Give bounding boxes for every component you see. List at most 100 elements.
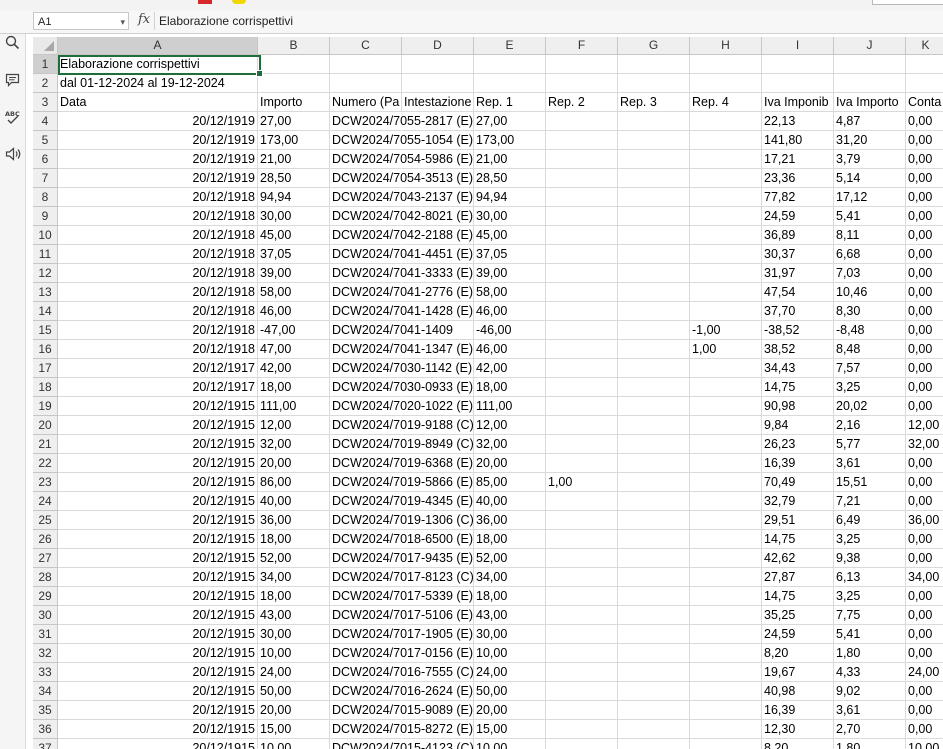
column-header-b[interactable]: B [258, 37, 330, 55]
table-cell[interactable]: 20,00 [474, 701, 546, 720]
table-cell[interactable]: DCW2024/7020-1022 (E) [330, 397, 473, 416]
table-cell[interactable] [690, 264, 762, 283]
table-cell[interactable]: 20/12/1918 [58, 283, 258, 302]
table-cell[interactable]: 0,00 [906, 112, 943, 131]
table-cell[interactable]: 0,00 [906, 302, 943, 321]
table-cell[interactable]: 7,57 [834, 359, 906, 378]
table-cell[interactable] [618, 397, 690, 416]
table-cell[interactable]: 40,00 [474, 492, 546, 511]
table-cell[interactable]: 0,00 [906, 682, 943, 701]
header-cell[interactable]: Importo [258, 93, 330, 112]
table-cell[interactable]: 36,89 [762, 226, 834, 245]
header-cell[interactable]: Intestazione [402, 93, 474, 112]
speaker-icon[interactable] [4, 145, 21, 162]
table-cell[interactable]: 30,00 [258, 207, 330, 226]
table-cell[interactable]: 0,00 [906, 530, 943, 549]
table-cell[interactable]: 20/12/1917 [58, 378, 258, 397]
table-cell[interactable] [618, 435, 690, 454]
table-cell[interactable]: 20/12/1918 [58, 226, 258, 245]
row-header[interactable]: 13 [33, 283, 58, 302]
table-cell[interactable]: DCW2024/7017-5339 (E) [330, 587, 473, 606]
table-cell[interactable]: 20/12/1918 [58, 321, 258, 340]
table-cell[interactable]: 86,00 [258, 473, 330, 492]
table-cell[interactable] [618, 549, 690, 568]
table-cell[interactable] [690, 549, 762, 568]
column-header-k[interactable]: K [906, 37, 943, 55]
row-header[interactable]: 3 [33, 93, 58, 112]
table-cell[interactable] [546, 511, 618, 530]
table-cell[interactable] [690, 435, 762, 454]
table-cell[interactable]: 0,00 [906, 188, 943, 207]
table-cell[interactable] [618, 112, 690, 131]
table-cell[interactable]: 34,00 [906, 568, 943, 587]
row-header[interactable]: 10 [33, 226, 58, 245]
cell[interactable] [330, 55, 402, 74]
column-header-h[interactable]: H [690, 37, 762, 55]
table-cell[interactable]: 20,00 [258, 701, 330, 720]
row-header[interactable]: 7 [33, 169, 58, 188]
table-cell[interactable]: DCW2024/7041-4451 (E) [330, 245, 473, 264]
table-cell[interactable]: 0,00 [906, 454, 943, 473]
row-header[interactable]: 30 [33, 606, 58, 625]
table-cell[interactable]: 1,80 [834, 739, 906, 749]
table-cell[interactable]: 24,00 [906, 663, 943, 682]
table-cell[interactable]: 20/12/1919 [58, 131, 258, 150]
table-cell[interactable]: 5,14 [834, 169, 906, 188]
table-cell[interactable]: DCW2024/7019-4345 (E) [330, 492, 473, 511]
table-cell[interactable]: 20/12/1915 [58, 720, 258, 739]
table-cell[interactable]: DCW2024/7030-1142 (E) [330, 359, 472, 378]
table-cell[interactable]: 47,00 [258, 340, 330, 359]
table-cell[interactable]: 50,00 [474, 682, 546, 701]
table-cell[interactable] [546, 492, 618, 511]
table-cell[interactable]: 20/12/1919 [58, 112, 258, 131]
table-cell[interactable]: 30,00 [474, 625, 546, 644]
table-cell[interactable]: DCW2024/7019-6368 (E) [330, 454, 473, 473]
title-cell[interactable]: Elaborazione corrispettivi [58, 55, 258, 74]
table-cell[interactable] [618, 359, 690, 378]
table-cell[interactable]: 32,00 [906, 435, 943, 454]
table-cell[interactable]: 12,00 [906, 416, 943, 435]
table-cell[interactable] [546, 378, 618, 397]
table-cell[interactable]: 0,00 [906, 378, 943, 397]
table-cell[interactable]: 20/12/1915 [58, 568, 258, 587]
table-cell[interactable]: 0,00 [906, 207, 943, 226]
header-cell[interactable]: Rep. 4 [690, 93, 762, 112]
table-cell[interactable]: 12,30 [762, 720, 834, 739]
table-cell[interactable] [690, 454, 762, 473]
table-cell[interactable]: 20,00 [474, 454, 546, 473]
row-header[interactable]: 37 [33, 739, 58, 749]
table-cell[interactable]: 8,11 [834, 226, 906, 245]
formula-input[interactable]: Elaborazione corrispettivi [154, 12, 941, 30]
table-cell[interactable]: 14,75 [762, 530, 834, 549]
table-cell[interactable] [690, 207, 762, 226]
table-cell[interactable]: 29,51 [762, 511, 834, 530]
table-cell[interactable]: 36,00 [906, 511, 943, 530]
table-cell[interactable] [546, 302, 618, 321]
table-cell[interactable]: 50,00 [258, 682, 330, 701]
subtitle-cell[interactable]: dal 01-12-2024 al 19-12-2024 [58, 74, 258, 93]
table-cell[interactable]: 20/12/1915 [58, 492, 258, 511]
table-cell[interactable]: 31,20 [834, 131, 906, 150]
table-cell[interactable]: 37,05 [258, 245, 330, 264]
table-cell[interactable] [546, 549, 618, 568]
table-cell[interactable]: 21,00 [474, 150, 546, 169]
header-cell[interactable]: Iva Importo [834, 93, 906, 112]
cell[interactable] [690, 55, 762, 74]
table-cell[interactable] [546, 701, 618, 720]
header-cell[interactable]: Rep. 2 [546, 93, 618, 112]
function-wizard-icon[interactable]: fx [138, 12, 150, 27]
table-cell[interactable] [618, 587, 690, 606]
header-cell[interactable]: Rep. 3 [618, 93, 690, 112]
row-header[interactable]: 25 [33, 511, 58, 530]
table-cell[interactable]: -47,00 [258, 321, 330, 340]
table-cell[interactable]: 4,87 [834, 112, 906, 131]
row-header[interactable]: 16 [33, 340, 58, 359]
table-cell[interactable] [690, 283, 762, 302]
table-cell[interactable]: 39,00 [474, 264, 546, 283]
table-cell[interactable]: 6,49 [834, 511, 906, 530]
table-cell[interactable]: 58,00 [258, 283, 330, 302]
table-cell[interactable]: 20/12/1918 [58, 207, 258, 226]
table-cell[interactable] [546, 663, 618, 682]
table-cell[interactable]: 0,00 [906, 131, 943, 150]
table-cell[interactable] [690, 530, 762, 549]
